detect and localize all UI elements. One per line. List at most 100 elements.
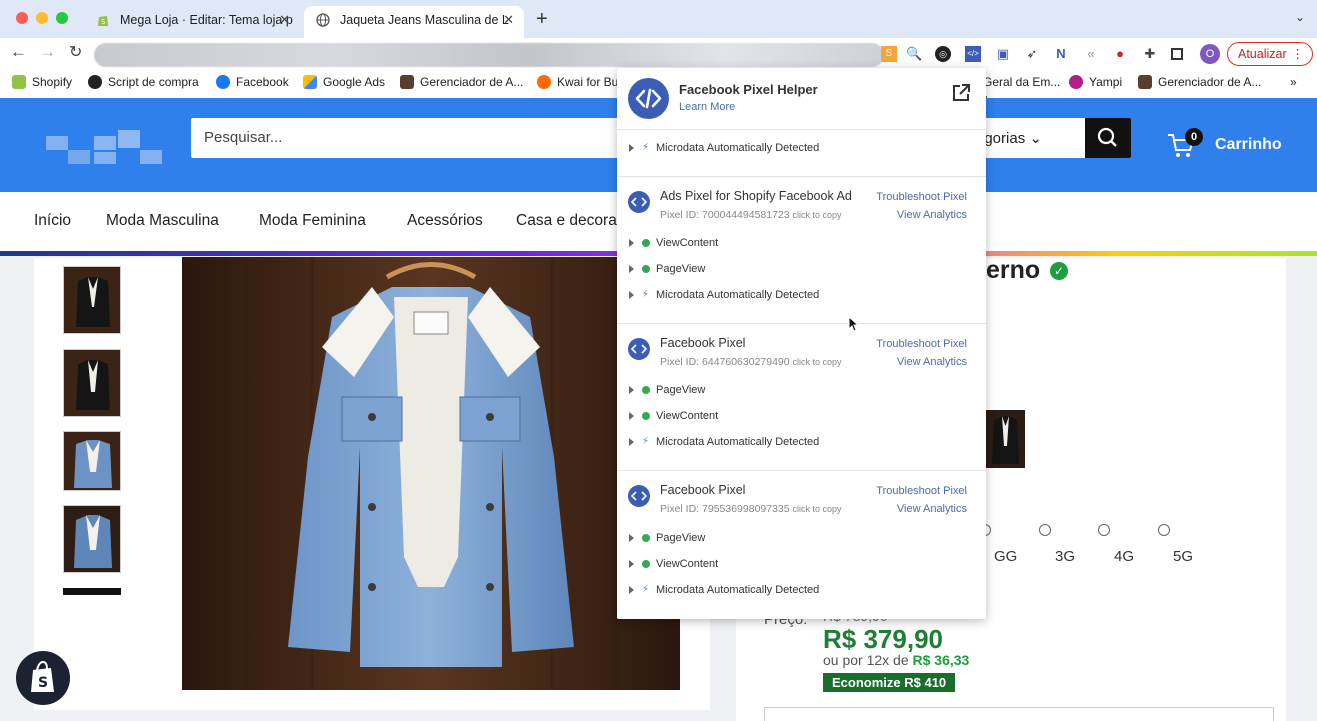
shopify-admin-button[interactable]: S (16, 651, 70, 705)
bookmark-yampi[interactable]: Yampi (1069, 75, 1122, 89)
troubleshoot-pixel-link[interactable]: Troubleshoot Pixel (876, 485, 967, 497)
search-icon (1097, 127, 1117, 147)
external-link-icon[interactable] (951, 83, 971, 103)
event-row[interactable]: PageView (629, 532, 705, 544)
product-thumbnail[interactable] (63, 431, 121, 491)
chevron-down-icon: ⌄ (1029, 130, 1042, 147)
product-thumbnail[interactable] (63, 588, 121, 595)
search-button[interactable] (1085, 118, 1131, 158)
maximize-window-button[interactable] (56, 12, 68, 24)
event-label: Microdata Automatically Detected (656, 289, 820, 301)
view-analytics-link[interactable]: View Analytics (897, 503, 967, 515)
size-radio-5g[interactable] (1158, 524, 1170, 536)
close-icon[interactable]: ✕ (503, 6, 514, 34)
bookmark-label: Yampi (1089, 75, 1123, 89)
pixel-helper-icon[interactable]: </> (965, 46, 981, 62)
product-thumbnail[interactable] (63, 505, 121, 573)
close-icon[interactable]: ✕ (279, 6, 290, 34)
success-dot-icon (642, 560, 650, 568)
update-label: Atualizar (1238, 47, 1287, 61)
more-bookmarks-icon[interactable]: » (1290, 75, 1297, 89)
pixel-name: Facebook Pixel (660, 336, 746, 350)
troubleshoot-pixel-link[interactable]: Troubleshoot Pixel (876, 191, 967, 203)
learn-more-link[interactable]: Learn More (679, 101, 735, 113)
bookmark-script[interactable]: Script de compra (88, 75, 199, 89)
update-button[interactable]: Atualizar ⋮ (1227, 42, 1313, 66)
event-row[interactable]: ⚡ Microdata Automatically Detected (629, 289, 819, 301)
product-thumbnail[interactable] (63, 266, 121, 334)
puzzle-icon[interactable]: ✚ (1142, 46, 1158, 62)
extension-icon[interactable]: S (881, 46, 897, 62)
extension-icon[interactable]: « (1083, 46, 1099, 62)
reload-icon[interactable]: ↻ (69, 42, 82, 62)
close-window-button[interactable] (16, 12, 28, 24)
event-row[interactable]: ⚡ Microdata Automatically Detected (629, 142, 819, 154)
bookmark-ads-manager-2[interactable]: Gerenciador de A... (1138, 75, 1261, 89)
nav-item-moda-feminina[interactable]: Moda Feminina (259, 212, 366, 230)
back-arrow-icon[interactable]: ← (10, 42, 27, 62)
n-extension-icon[interactable]: N (1053, 46, 1069, 62)
store-logo[interactable] (46, 130, 162, 170)
extension-icon[interactable]: ◎ (935, 46, 951, 62)
pixel-id-text: Pixel ID: 644760630279490 (660, 356, 790, 368)
bookmark-google-ads[interactable]: Google Ads (303, 75, 385, 89)
click-to-copy: click to copy (792, 210, 842, 220)
search-input[interactable]: Pesquisar... (204, 129, 282, 146)
tab-product-page[interactable]: Jaqueta Jeans Masculina de L ✕ (304, 6, 524, 38)
event-label: ViewContent (656, 558, 719, 570)
event-row[interactable]: PageView (629, 263, 705, 275)
rocket-icon[interactable]: ➶ (1024, 46, 1040, 62)
pixel-id[interactable]: Pixel ID: 795536998097335 click to copy (660, 503, 842, 515)
profile-avatar[interactable]: O (1200, 44, 1220, 64)
pixel-id[interactable]: Pixel ID: 644760630279490 click to copy (660, 356, 842, 368)
event-row[interactable]: ViewContent (629, 410, 718, 422)
nav-item-inicio[interactable]: Início (34, 212, 71, 230)
size-radio-4g[interactable] (1098, 524, 1110, 536)
extension-icon[interactable]: ● (1112, 46, 1128, 62)
product-main-image[interactable] (182, 257, 680, 690)
troubleshoot-pixel-link[interactable]: Troubleshoot Pixel (876, 338, 967, 350)
svg-text:S: S (101, 18, 106, 26)
sidebar-icon[interactable] (1171, 48, 1183, 60)
pixel-logo (628, 485, 650, 507)
bookmark-ads-manager[interactable]: Gerenciador de A... (400, 75, 523, 89)
event-row[interactable]: PageView (629, 384, 705, 396)
product-thumbnail[interactable] (63, 349, 121, 417)
forward-arrow-icon[interactable]: → (39, 42, 56, 62)
view-analytics-link[interactable]: View Analytics (897, 209, 967, 221)
code-icon (635, 88, 662, 109)
nav-item-acessorios[interactable]: Acessórios (407, 212, 483, 230)
view-analytics-link[interactable]: View Analytics (897, 356, 967, 368)
color-variant-swatch[interactable] (986, 410, 1025, 468)
tab-title: Mega Loja · Editar: Tema loja p (120, 13, 293, 27)
extension-icon[interactable]: ▣ (995, 46, 1011, 62)
tab-theme-editor[interactable]: S Mega Loja · Editar: Tema loja p ✕ (84, 6, 300, 38)
new-tab-button[interactable]: + (536, 8, 548, 31)
nav-item-casa-decoracao[interactable]: Casa e decora (516, 212, 617, 230)
bookmark-facebook[interactable]: Facebook (216, 75, 289, 89)
success-dot-icon (642, 534, 650, 542)
nav-item-moda-masculina[interactable]: Moda Masculina (106, 212, 219, 230)
buy-box-edge (764, 707, 1274, 721)
browser-tab-strip: S Mega Loja · Editar: Tema loja p ✕ Jaqu… (0, 0, 1317, 38)
event-row[interactable]: ⚡ Microdata Automatically Detected (629, 436, 819, 448)
size-radio-3g[interactable] (1039, 524, 1051, 536)
jacket-thumbnail-image (64, 506, 120, 572)
minimize-window-button[interactable] (36, 12, 48, 24)
pixel-id[interactable]: Pixel ID: 700044494581723 click to copy (660, 209, 842, 221)
event-label: Microdata Automatically Detected (656, 142, 820, 154)
popup-header: Facebook Pixel Helper Learn More (617, 68, 986, 130)
page-microdata-section: ⚡ Microdata Automatically Detected (617, 130, 986, 177)
lightning-icon: ⚡ (642, 142, 650, 153)
bookmark-shopify[interactable]: Shopify (12, 75, 72, 89)
event-row[interactable]: ⚡ Microdata Automatically Detected (629, 584, 819, 596)
event-row[interactable]: ViewContent (629, 558, 718, 570)
lightning-icon: ⚡ (642, 289, 650, 300)
cart-button[interactable]: 0 Carrinho (1166, 128, 1316, 162)
magnifier-extension-icon[interactable]: 🔍 (906, 46, 922, 62)
chevron-down-icon[interactable]: ⌄ (1295, 10, 1305, 24)
bookmark-label: Geral da Em... (983, 75, 1061, 89)
event-row[interactable]: ViewContent (629, 237, 718, 249)
address-bar[interactable] (94, 43, 884, 67)
bookmark-kwai[interactable]: Kwai for Bus (537, 75, 624, 89)
